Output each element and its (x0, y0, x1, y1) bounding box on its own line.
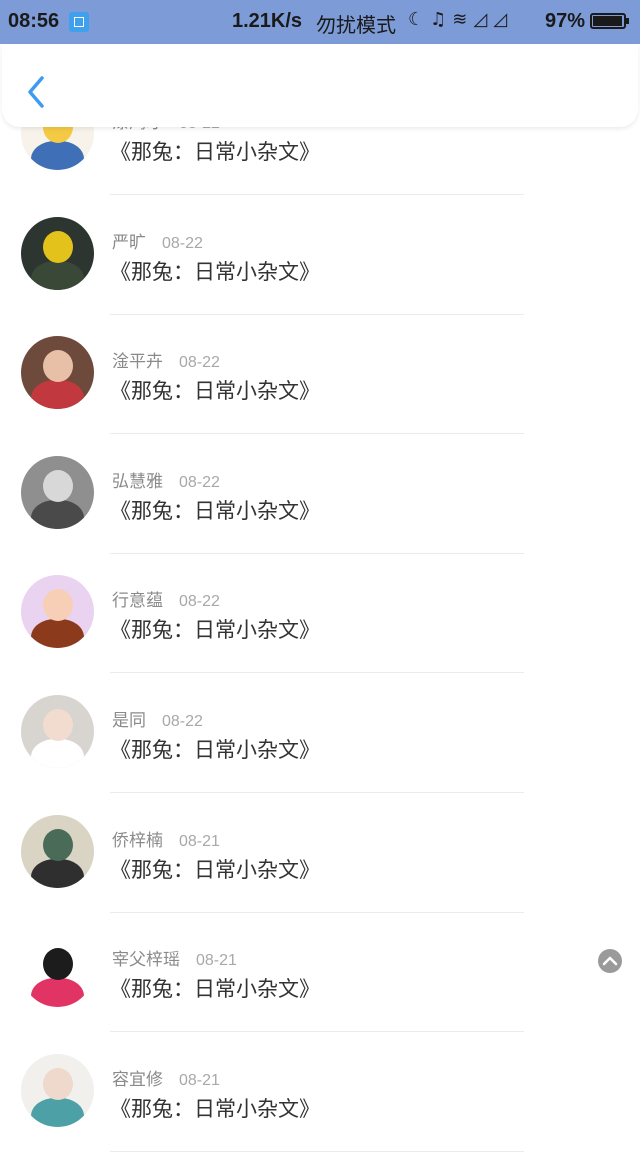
screenshot-icon (69, 12, 89, 32)
list-item[interactable]: 弘慧雅 08-22 《那兔：日常小杂文》 (0, 435, 640, 555)
book-title[interactable]: 《那兔：日常小杂文》 (110, 495, 320, 525)
network-speed: 1.21K/s (232, 10, 303, 32)
commenter-name: 宰父梓瑶 08-21 (112, 945, 237, 970)
comment-date: 08-21 (179, 832, 220, 850)
back-button[interactable] (20, 72, 52, 112)
avatar-face (43, 589, 73, 622)
book-title[interactable]: 《那兔：日常小杂文》 (110, 614, 320, 644)
avatar[interactable] (21, 216, 94, 290)
avatar-figure (31, 738, 84, 768)
signal-icon: ◿ (493, 9, 514, 30)
book-title[interactable]: 《那兔：日常小杂文》 (110, 1093, 320, 1123)
commenter-name-text: 行意蕴 (112, 591, 163, 612)
commenter-name: 弘慧雅 08-22 (112, 467, 220, 492)
list-item[interactable]: 是同 08-22 《那兔：日常小杂文》 (0, 674, 640, 794)
status-bar: 08:56 1.21K/s 勿扰模式 ☾♫≋◿◿ 97% (0, 0, 640, 44)
avatar-figure (31, 499, 84, 529)
list-item[interactable]: 容宜修 08-21 《那兔：日常小杂文》 (0, 1033, 640, 1152)
commenter-name-text: 是同 (112, 710, 146, 731)
comment-date: 08-22 (179, 593, 220, 611)
commenter-name: 容宜修 08-21 (112, 1065, 220, 1090)
commenter-name: 是同 08-22 (112, 706, 203, 731)
system-icons: ☾♫≋◿◿ (408, 9, 513, 30)
avatar[interactable] (21, 455, 94, 529)
book-title[interactable]: 《那兔：日常小杂文》 (110, 256, 320, 286)
avatar-figure (31, 260, 84, 290)
avatar-face (43, 828, 73, 861)
avatar[interactable] (21, 336, 94, 410)
comment-date: 08-22 (179, 354, 220, 372)
list-item[interactable]: 淦平卉 08-22 《那兔：日常小杂文》 (0, 315, 640, 435)
avatar-face (43, 469, 73, 502)
avatar[interactable] (21, 814, 94, 888)
avatar-face (43, 1067, 73, 1100)
avatar-figure (31, 978, 84, 1008)
comment-date: 08-22 (179, 473, 220, 491)
list-item[interactable]: 严旷 08-22 《那兔：日常小杂文》 (0, 196, 640, 316)
avatar-figure (31, 858, 84, 888)
comment-date: 08-22 (162, 234, 203, 252)
comment-date: 08-21 (179, 1071, 220, 1089)
avatar-figure (31, 619, 84, 649)
commenter-name-text: 严旷 (112, 232, 146, 253)
commenter-name: 严旷 08-22 (112, 228, 203, 253)
commenter-name: 淦平卉 08-22 (112, 347, 220, 372)
comment-list: 漆鸿才08-22 《那兔：日常小杂文》 严旷08-22 《那兔：日常小杂文》 淦… (0, 96, 640, 1152)
chevron-left-icon (28, 76, 44, 108)
comment-date: 08-22 (162, 712, 203, 730)
avatar[interactable] (21, 1053, 94, 1127)
avatar[interactable] (21, 694, 94, 768)
moon-icon: ☾ (408, 9, 431, 30)
battery-icon (590, 13, 629, 29)
commenter-name-text: 弘慧雅 (112, 471, 163, 492)
commenter-name-text: 淦平卉 (112, 352, 163, 373)
comment-date: 08-21 (196, 952, 237, 970)
book-title[interactable]: 《那兔：日常小杂文》 (110, 136, 320, 166)
commenter-name-text: 容宜修 (112, 1069, 163, 1090)
list-item[interactable]: 行意蕴 08-22 《那兔：日常小杂文》 (0, 554, 640, 674)
avatar-face (43, 708, 73, 741)
book-title[interactable]: 《那兔：日常小杂文》 (110, 375, 320, 405)
commenter-name: 行意蕴 08-22 (112, 586, 220, 611)
scroll-top-button[interactable] (598, 949, 622, 973)
avatar-figure (31, 1097, 84, 1127)
avatar-face (43, 948, 73, 981)
dnd-label: 勿扰模式 (316, 13, 396, 37)
avatar-figure (31, 380, 84, 410)
battery-percent: 97% (545, 10, 586, 32)
avatar-face (43, 230, 73, 263)
book-title[interactable]: 《那兔：日常小杂文》 (110, 973, 320, 1003)
clock: 08:56 (8, 10, 60, 32)
commenter-name-text: 宰父梓瑶 (112, 950, 180, 971)
book-title[interactable]: 《那兔：日常小杂文》 (110, 854, 320, 884)
bell-off-icon: ♫ (430, 9, 453, 30)
commenter-name-text: 侨梓楠 (112, 830, 163, 851)
top-bar (2, 44, 638, 127)
avatar-figure (31, 141, 84, 170)
list-item[interactable]: 侨梓楠 08-21 《那兔：日常小杂文》 (0, 794, 640, 914)
book-title[interactable]: 《那兔：日常小杂文》 (110, 734, 320, 764)
signal-icon: ◿ (473, 9, 494, 30)
chevron-up-icon (602, 956, 618, 966)
list-item[interactable]: 宰父梓瑶 08-21 《那兔：日常小杂文》 (0, 913, 640, 1033)
commenter-name: 侨梓楠 08-21 (112, 826, 220, 851)
avatar-face (43, 350, 73, 383)
wifi-icon: ≋ (452, 9, 474, 30)
avatar[interactable] (21, 575, 94, 649)
avatar[interactable] (21, 934, 94, 1008)
